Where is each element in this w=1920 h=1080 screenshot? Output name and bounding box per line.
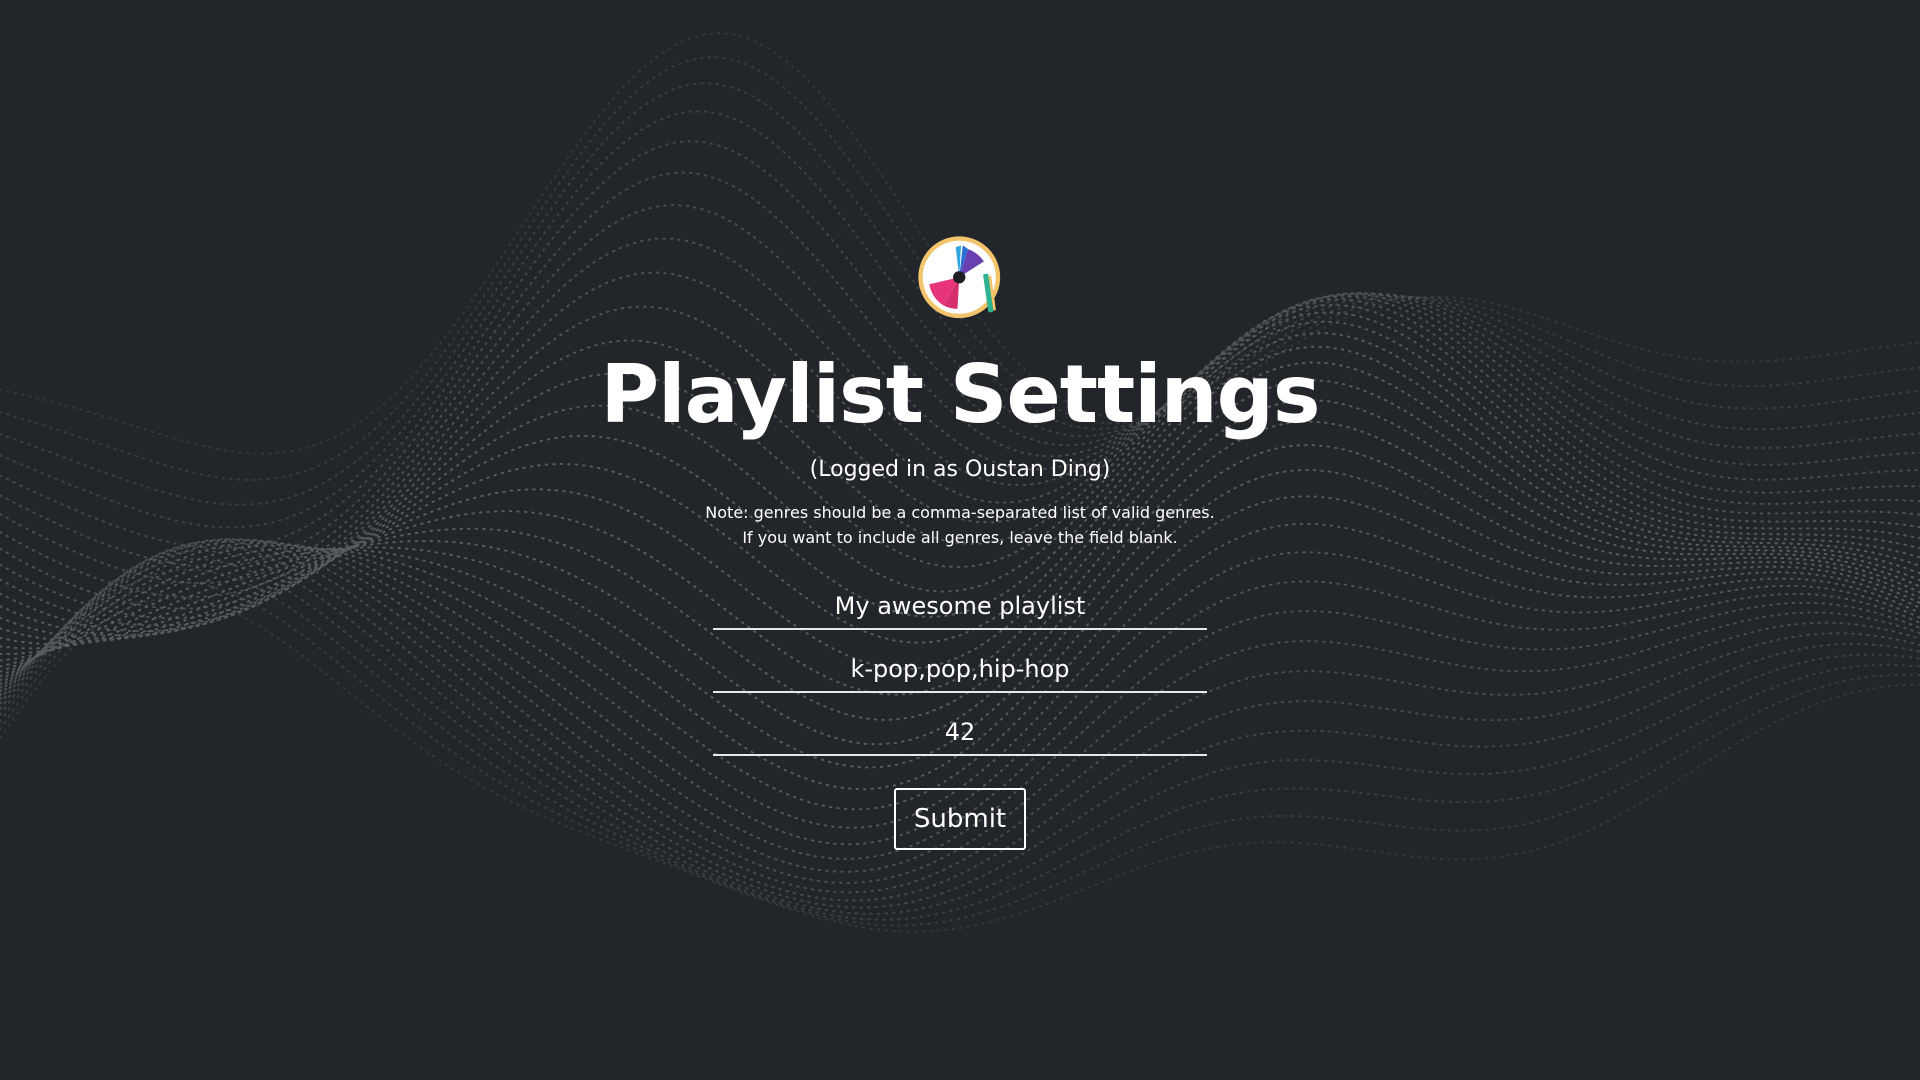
submit-button[interactable]: Submit <box>894 788 1026 850</box>
genres-input[interactable] <box>713 647 1207 691</box>
count-field-wrapper <box>713 710 1207 756</box>
genres-note: Note: genres should be a comma-separated… <box>705 503 1215 547</box>
count-input[interactable] <box>713 710 1207 754</box>
logged-in-user-label: (Logged in as Oustan Ding) <box>809 457 1111 482</box>
playlist-settings-page: Playlist Settings (Logged in as Oustan D… <box>0 0 1920 1080</box>
music-disc-logo-icon <box>918 236 1001 319</box>
playlist-name-field-wrapper <box>713 584 1207 630</box>
genres-field-wrapper <box>713 647 1207 693</box>
settings-panel: Playlist Settings (Logged in as Oustan D… <box>0 0 1920 1080</box>
page-title: Playlist Settings <box>600 348 1321 441</box>
playlist-name-input[interactable] <box>713 584 1207 628</box>
